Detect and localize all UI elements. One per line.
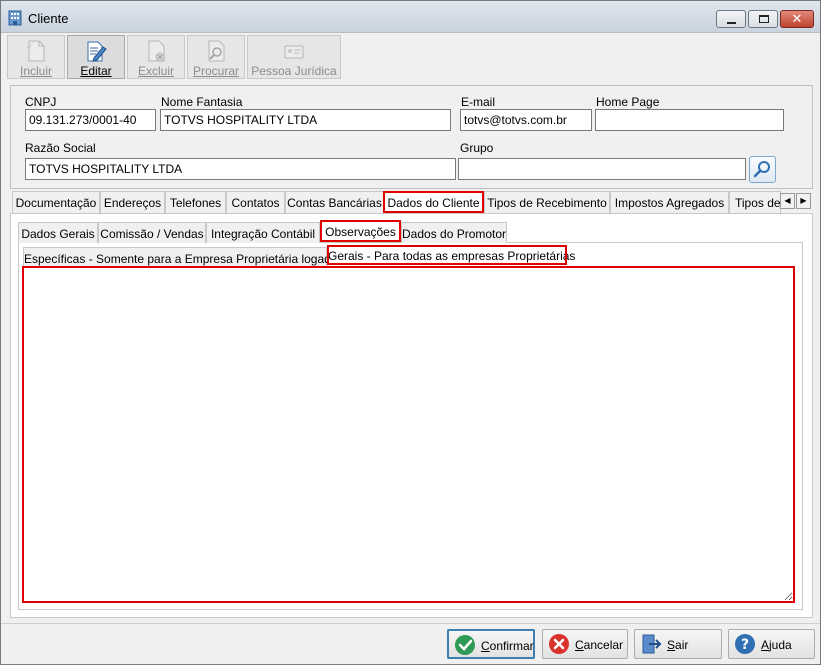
tab-tipos-de[interactable]: Tipos de	[729, 191, 781, 213]
confirmar-button[interactable]: Confirmar	[447, 629, 535, 659]
tab-impostos-agregados[interactable]: Impostos Agregados	[610, 191, 729, 213]
cancelar-label: Cancelar	[575, 638, 624, 652]
razao-social-label: Razão Social	[25, 141, 96, 155]
excluir-button[interactable]: Excluir	[127, 35, 185, 79]
grupo-field[interactable]	[458, 158, 746, 180]
nome-fantasia-label: Nome Fantasia	[161, 95, 243, 109]
triangle-left-icon: ◀	[784, 196, 791, 205]
procurar-label: Procurar	[192, 64, 239, 78]
tab-integracao-contabil[interactable]: Integração Contábil	[206, 222, 320, 243]
incluir-button[interactable]: Incluir	[7, 35, 65, 79]
nome-fantasia-field[interactable]: TOTVS HOSPITALITY LTDA	[160, 109, 451, 131]
building-icon	[8, 10, 22, 26]
procurar-button[interactable]: Procurar	[187, 35, 245, 79]
exit-door-icon	[642, 634, 662, 654]
toolbar: Incluir Editar Excluir Procurar Pessoa J…	[5, 34, 817, 80]
tab-dados-do-cliente[interactable]: Dados do Cliente	[383, 191, 484, 213]
cliente-window: Cliente ✕ Incluir Editar Excluir Procura…	[0, 0, 821, 665]
tab-scroll-right-button[interactable]: ▶	[796, 193, 811, 209]
main-tabs: Documentação Endereços Telefones Contato…	[10, 191, 813, 213]
tab-telefones[interactable]: Telefones	[165, 191, 226, 213]
tab-scroll-arrows: ◀ ▶	[780, 193, 812, 209]
email-label: E-mail	[461, 95, 496, 109]
grupo-search-button[interactable]	[749, 156, 776, 183]
tab-tipos-de-recebimento[interactable]: Tipos de Recebimento	[484, 191, 610, 213]
tab-documentacao[interactable]: Documentação	[12, 191, 100, 213]
observacoes-tabs: Específicas - Somente para a Empresa Pro…	[23, 245, 793, 267]
email-field[interactable]: totvs@totvs.com.br	[460, 109, 592, 131]
cliente-tabs: Dados Gerais Comissão / Vendas Integraçã…	[18, 220, 808, 243]
close-icon: ✕	[791, 11, 803, 26]
tab-gerais[interactable]: Gerais - Para todas as empresas Propriet…	[327, 245, 575, 265]
search-icon	[753, 161, 770, 178]
sair-button[interactable]: Sair	[634, 629, 722, 659]
tab-observacoes[interactable]: Observações	[320, 220, 401, 242]
sair-label: Sair	[667, 638, 689, 652]
cnpj-field[interactable]: 09.131.273/0001-40	[25, 109, 156, 131]
tab-especificas[interactable]: Específicas - Somente para a Empresa Pro…	[23, 247, 338, 267]
minimize-button[interactable]	[716, 10, 746, 28]
help-icon: ?	[735, 634, 755, 654]
editar-button[interactable]: Editar	[67, 35, 125, 79]
search-document-icon	[208, 40, 225, 62]
tab-scroll-left-button[interactable]: ◀	[780, 193, 795, 209]
title-bar[interactable]: Cliente ✕	[1, 1, 820, 33]
tab-contas-bancarias[interactable]: Contas Bancárias	[285, 191, 384, 213]
edit-document-icon	[87, 41, 107, 62]
incluir-label: Incluir	[19, 64, 52, 78]
cnpj-label: CNPJ	[25, 95, 57, 109]
tab-comissao-vendas[interactable]: Comissão / Vendas	[98, 222, 206, 243]
grupo-label: Grupo	[460, 141, 494, 155]
minimize-icon	[727, 22, 736, 24]
maximize-button[interactable]	[748, 10, 778, 28]
tab-dados-gerais[interactable]: Dados Gerais	[18, 222, 98, 243]
excluir-label: Excluir	[137, 64, 174, 78]
editar-label: Editar	[80, 64, 112, 78]
tab-contatos[interactable]: Contatos	[226, 191, 285, 213]
observacoes-gerais-memo[interactable]	[22, 266, 795, 603]
triangle-right-icon: ▶	[800, 196, 807, 205]
ajuda-label: Ajuda	[761, 638, 792, 652]
pessoa-juridica-label: Pessoa Jurídica	[251, 64, 337, 78]
svg-text:?: ?	[741, 637, 749, 653]
new-document-icon	[27, 40, 45, 62]
home-page-field[interactable]	[595, 109, 784, 131]
home-page-label: Home Page	[596, 95, 660, 109]
check-icon	[455, 635, 475, 655]
window-title: Cliente	[28, 11, 69, 26]
bottom-button-bar: Confirmar Cancelar Sair ? Ajuda	[1, 623, 820, 664]
id-card-icon	[284, 45, 304, 59]
tab-enderecos[interactable]: Endereços	[100, 191, 165, 213]
confirmar-label: Confirmar	[481, 639, 534, 653]
maximize-icon	[759, 15, 769, 23]
cancel-icon	[549, 634, 569, 654]
ajuda-button[interactable]: ? Ajuda	[728, 629, 815, 659]
tab-dados-do-promotor[interactable]: Dados do Promotor	[401, 222, 507, 243]
delete-document-icon	[148, 40, 165, 62]
razao-social-field[interactable]: TOTVS HOSPITALITY LTDA	[25, 158, 456, 180]
pessoa-juridica-button[interactable]: Pessoa Jurídica	[247, 35, 341, 79]
close-button[interactable]: ✕	[780, 10, 814, 28]
cancelar-button[interactable]: Cancelar	[542, 629, 628, 659]
